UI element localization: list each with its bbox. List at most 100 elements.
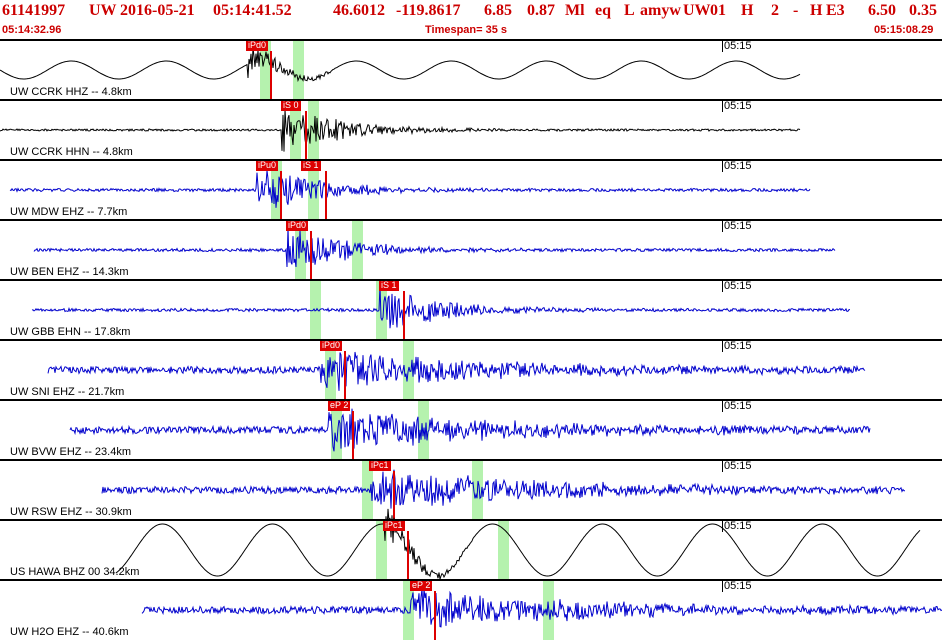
phase-pick-label[interactable]: eP 2 — [410, 580, 433, 591]
phase-pick-marker[interactable] — [393, 471, 395, 520]
start-time: 05:14:32.96 — [2, 24, 62, 36]
waveform-trace — [141, 588, 942, 628]
minute-tick — [722, 280, 723, 292]
event-net2: UW — [683, 2, 711, 19]
waveform — [115, 508, 921, 580]
channel-label: UW MDW EHZ -- 7.7km — [10, 206, 128, 218]
event-network: UW — [89, 2, 117, 19]
phase-pick-marker[interactable] — [434, 591, 436, 640]
event-mag-type: Ml — [565, 2, 585, 19]
minute-tick-label: 05:15 — [724, 460, 752, 472]
phase-pick-label[interactable]: iS 1 — [379, 280, 399, 291]
event-mag: 0.87 — [527, 2, 555, 19]
minute-tick — [722, 220, 723, 232]
event-type: eq — [595, 2, 611, 19]
event-code3: 2 — [771, 2, 779, 19]
phase-pick-label[interactable]: eP 2 — [328, 400, 351, 411]
phase-pick-marker[interactable] — [344, 351, 346, 400]
timespan: Timespan= 35 s — [425, 24, 508, 36]
event-header: 61141997 UW 2016-05-21 05:14:41.52 46.60… — [0, 0, 942, 40]
waveform — [47, 351, 866, 391]
panel-divider — [0, 399, 942, 401]
phase-pick-label[interactable]: iPd0 — [320, 340, 343, 351]
event-lon: -119.8617 — [396, 2, 461, 19]
waveform — [31, 285, 850, 329]
channel-label: UW BVW EHZ -- 23.4km — [10, 446, 132, 458]
minute-tick-label: 05:15 — [724, 520, 752, 532]
panel-divider — [0, 39, 942, 41]
waveform-trace — [0, 47, 801, 83]
trace-panel[interactable]: iPd0 05:15 UW BEN EHZ -- 14.3km — [0, 220, 942, 280]
trace-panel[interactable]: iPc1 05:15 UW RSW EHZ -- 30.9km — [0, 460, 942, 520]
phase-pick-marker[interactable] — [310, 231, 312, 280]
waveform-trace — [9, 170, 811, 208]
phase-pick-label[interactable]: iPc1 — [383, 520, 405, 531]
phase-pick-marker[interactable] — [352, 411, 354, 460]
event-val1: 6.50 — [868, 2, 896, 19]
minute-tick-label: 05:15 — [724, 580, 752, 592]
end-time: 05:15:08.29 — [874, 24, 934, 36]
phase-pick-label[interactable]: iPd0 — [286, 220, 309, 231]
phase-pick-label[interactable]: iPu0 — [256, 160, 279, 171]
minute-tick-label: 05:15 — [724, 280, 752, 292]
channel-label: UW GBB EHN -- 17.8km — [10, 326, 131, 338]
waveform — [0, 109, 801, 152]
minute-tick — [722, 340, 723, 352]
channel-label: US HAWA BHZ 00 34.2km — [10, 566, 140, 578]
minute-tick-label: 05:15 — [724, 220, 752, 232]
phase-pick-label[interactable]: iS 1 — [301, 160, 321, 171]
minute-tick — [722, 160, 723, 172]
channel-label: UW RSW EHZ -- 30.9km — [10, 506, 132, 518]
event-code4: - — [793, 2, 799, 19]
waveform — [141, 588, 942, 628]
phase-pick-marker[interactable] — [305, 111, 307, 160]
trace-panel[interactable]: iPu0 iS 1 05:15 UW MDW EHZ -- 7.7km — [0, 160, 942, 220]
waveform — [101, 469, 905, 509]
trace-panel[interactable]: iS 1 05:15 UW GBB EHN -- 17.8km — [0, 280, 942, 340]
panel-divider — [0, 279, 942, 281]
minute-tick-label: 05:15 — [724, 400, 752, 412]
event-flag: L — [624, 2, 635, 19]
event-val2: 0.35 — [909, 2, 937, 19]
panel-divider — [0, 519, 942, 521]
minute-tick — [722, 580, 723, 592]
channel-label: UW SNI EHZ -- 21.7km — [10, 386, 125, 398]
phase-pick-marker[interactable] — [403, 291, 405, 340]
minute-tick — [722, 40, 723, 52]
minute-tick-label: 05:15 — [724, 340, 752, 352]
panel-divider — [0, 99, 942, 101]
phase-pick-label[interactable]: iPd0 — [246, 40, 269, 51]
trace-panel[interactable]: eP 2 05:15 UW BVW EHZ -- 23.4km — [0, 400, 942, 460]
event-depth: 6.85 — [484, 2, 512, 19]
event-code6: E3 — [826, 2, 845, 19]
phase-pick-label[interactable]: iPc1 — [369, 460, 391, 471]
phase-pick-marker[interactable] — [270, 51, 272, 100]
minute-tick-label: 05:15 — [724, 100, 752, 112]
panel-divider — [0, 339, 942, 341]
trace-panel[interactable]: iS 0 05:15 UW CCRK HHN -- 4.8km — [0, 100, 942, 160]
event-lat: 46.6012 — [333, 2, 385, 19]
phase-pick-marker[interactable] — [407, 531, 409, 580]
channel-label: UW H2O EHZ -- 40.6km — [10, 626, 129, 638]
waveform-trace — [47, 351, 866, 391]
waveform — [9, 170, 811, 208]
phase-pick-marker[interactable] — [325, 171, 327, 220]
minute-tick-label: 05:15 — [724, 40, 752, 52]
event-time: 05:14:41.52 — [213, 2, 292, 19]
event-code1: 01 — [710, 2, 726, 19]
waveform — [69, 408, 871, 452]
panel-divider — [0, 579, 942, 581]
minute-tick — [722, 520, 723, 532]
trace-panel[interactable]: iPd0 05:15 UW CCRK HHZ -- 4.8km — [0, 40, 942, 100]
minute-tick-label: 05:15 — [724, 160, 752, 172]
trace-panel[interactable]: iPd0 05:15 UW SNI EHZ -- 21.7km — [0, 340, 942, 400]
minute-tick — [722, 400, 723, 412]
event-date: 2016-05-21 — [120, 2, 195, 19]
event-code5: H — [810, 2, 823, 19]
trace-panel[interactable]: iPc1 05:15 US HAWA BHZ 00 34.2km — [0, 508, 942, 580]
trace-panel[interactable]: eP 2 05:15 UW H2O EHZ -- 40.6km — [0, 580, 942, 640]
phase-pick-marker[interactable] — [280, 171, 282, 220]
event-code2: H — [741, 2, 754, 19]
minute-tick — [722, 460, 723, 472]
phase-pick-label[interactable]: iS 0 — [281, 100, 301, 111]
